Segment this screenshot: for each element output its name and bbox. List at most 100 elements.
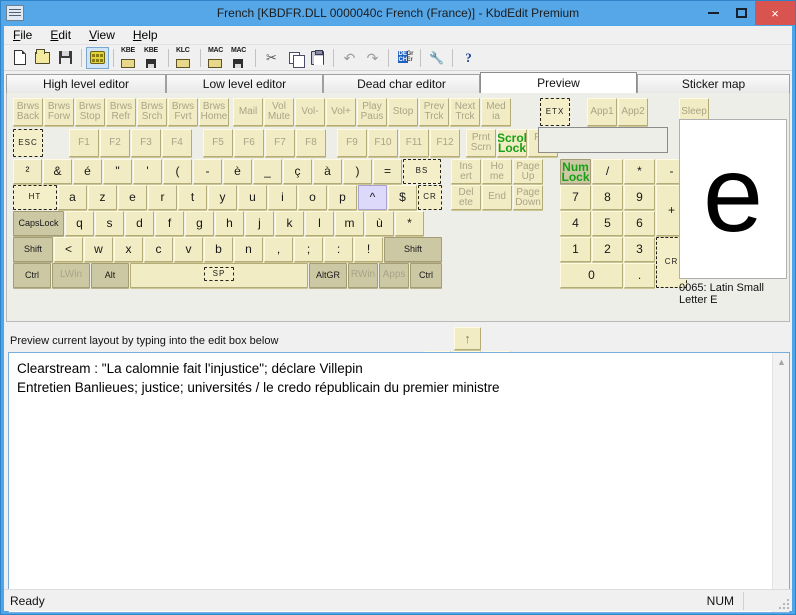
menu-help[interactable]: Help (124, 26, 167, 45)
key-sym[interactable]: / (592, 159, 623, 184)
key-p[interactable]: p (328, 185, 357, 210)
key-sym[interactable]: à (313, 159, 342, 184)
key-0[interactable]: 0 (560, 263, 623, 288)
key-shift[interactable]: Shift (384, 237, 442, 262)
key-brws-fvrt[interactable]: Brws Fvrt (168, 98, 198, 126)
key-sym[interactable]: * (395, 211, 424, 236)
copy-icon[interactable] (283, 47, 306, 69)
tab-high-level-editor[interactable]: High level editor (6, 74, 166, 93)
kbe-open-icon[interactable]: KBE (118, 47, 141, 69)
keyboard-icon[interactable] (86, 46, 109, 69)
key-e[interactable]: e (118, 185, 147, 210)
key-k[interactable]: k (275, 211, 304, 236)
key-num-lock[interactable]: Num Lock (560, 159, 591, 184)
key-f7[interactable]: F7 (265, 129, 295, 157)
key-sym[interactable]: ^ (358, 185, 387, 210)
key-7[interactable]: 7 (560, 185, 591, 210)
key-rwin[interactable]: RWin (348, 263, 378, 288)
key-del-ete[interactable]: Del ete (451, 185, 481, 210)
tab-sticker-map[interactable]: Sticker map (637, 74, 790, 93)
key-sym[interactable]: ç (283, 159, 312, 184)
key-mail[interactable]: Mail (233, 98, 263, 126)
key-x[interactable]: x (114, 237, 143, 262)
key-r[interactable]: r (148, 185, 177, 210)
key-sym[interactable]: : (324, 237, 353, 262)
cut-icon[interactable]: ✂ (260, 47, 283, 69)
key-f10[interactable]: F10 (368, 129, 398, 157)
vertical-scrollbar[interactable]: ▲ ▼ (772, 353, 789, 612)
key-sym[interactable]: ↑ (454, 327, 481, 350)
key-3[interactable]: 3 (624, 237, 655, 262)
key-vol[interactable]: Vol+ (326, 98, 356, 126)
key-prev-trck[interactable]: Prev Trck (419, 98, 449, 126)
key-lwin[interactable]: LWin (52, 263, 90, 288)
menu-edit[interactable]: Edit (41, 26, 80, 45)
key-l[interactable]: l (305, 211, 334, 236)
key-play-paus[interactable]: Play Paus (357, 98, 387, 126)
key-f11[interactable]: F11 (399, 129, 429, 157)
key-c[interactable]: c (144, 237, 173, 262)
key-y[interactable]: y (208, 185, 237, 210)
key-end[interactable]: End (482, 185, 512, 210)
tab-dead-char-editor[interactable]: Dead char editor (323, 74, 480, 93)
key-etx[interactable]: ETX (540, 98, 570, 126)
key-f8[interactable]: F8 (296, 129, 326, 157)
key-f9[interactable]: F9 (337, 129, 367, 157)
key-g[interactable]: g (185, 211, 214, 236)
key-cr[interactable]: CR (418, 185, 442, 210)
key-capslock[interactable]: CapsLock (13, 211, 64, 236)
tab-preview[interactable]: Preview (480, 72, 637, 93)
key-sym[interactable]: < (54, 237, 83, 262)
menu-file[interactable]: File (4, 26, 41, 45)
key-q[interactable]: q (65, 211, 94, 236)
key-o[interactable]: o (298, 185, 327, 210)
key-sym[interactable]: é (73, 159, 102, 184)
key-8[interactable]: 8 (592, 185, 623, 210)
key-alt[interactable]: Alt (91, 263, 129, 288)
key--[interactable]: - (193, 159, 222, 184)
maximize-button[interactable] (727, 1, 755, 25)
key-d[interactable]: d (125, 211, 154, 236)
key-f[interactable]: f (155, 211, 184, 236)
key-f5[interactable]: F5 (203, 129, 233, 157)
key-apps[interactable]: Apps (379, 263, 409, 288)
key-6[interactable]: 6 (624, 211, 655, 236)
save-file-icon[interactable] (54, 47, 77, 69)
key-ins-ert[interactable]: Ins ert (451, 159, 481, 184)
key-sym[interactable]: ! (354, 237, 383, 262)
key-next-trck[interactable]: Next Trck (450, 98, 480, 126)
paste-icon[interactable] (306, 47, 329, 69)
key-sym[interactable]: $ (388, 185, 417, 210)
key-sym[interactable]: _ (253, 159, 282, 184)
key-9[interactable]: 9 (624, 185, 655, 210)
help-icon[interactable]: ? (457, 47, 480, 69)
key-s[interactable]: s (95, 211, 124, 236)
key-brws-back[interactable]: Brws Back (13, 98, 43, 126)
key-stop[interactable]: Stop (388, 98, 418, 126)
scroll-up-icon[interactable]: ▲ (773, 353, 790, 370)
key-1[interactable]: 1 (560, 237, 591, 262)
key-f1[interactable]: F1 (69, 129, 99, 157)
key-4[interactable]: 4 (560, 211, 591, 236)
key-vol-mute[interactable]: Vol Mute (264, 98, 294, 126)
kbe-save-icon[interactable]: KBE (141, 47, 164, 69)
key-sym[interactable]: ' (133, 159, 162, 184)
key-app2[interactable]: App2 (618, 98, 648, 126)
new-file-icon[interactable] (8, 47, 31, 69)
key-h[interactable]: h (215, 211, 244, 236)
resize-grip[interactable] (777, 597, 789, 609)
key-sym[interactable]: & (43, 159, 72, 184)
open-file-icon[interactable] (31, 47, 54, 69)
char-preview-field[interactable] (538, 127, 668, 153)
tools-icon[interactable]: 🔧 (425, 47, 448, 69)
key-ctrl[interactable]: Ctrl (410, 263, 442, 288)
key-f6[interactable]: F6 (234, 129, 264, 157)
key-med-ia[interactable]: Med ia (481, 98, 511, 126)
key-esc[interactable]: ESC (13, 129, 43, 157)
tab-low-level-editor[interactable]: Low level editor (166, 74, 323, 93)
key-i[interactable]: i (268, 185, 297, 210)
key-sp[interactable]: SP (130, 263, 308, 288)
key-n[interactable]: n (234, 237, 263, 262)
key-t[interactable]: t (178, 185, 207, 210)
key-2[interactable]: 2 (592, 237, 623, 262)
